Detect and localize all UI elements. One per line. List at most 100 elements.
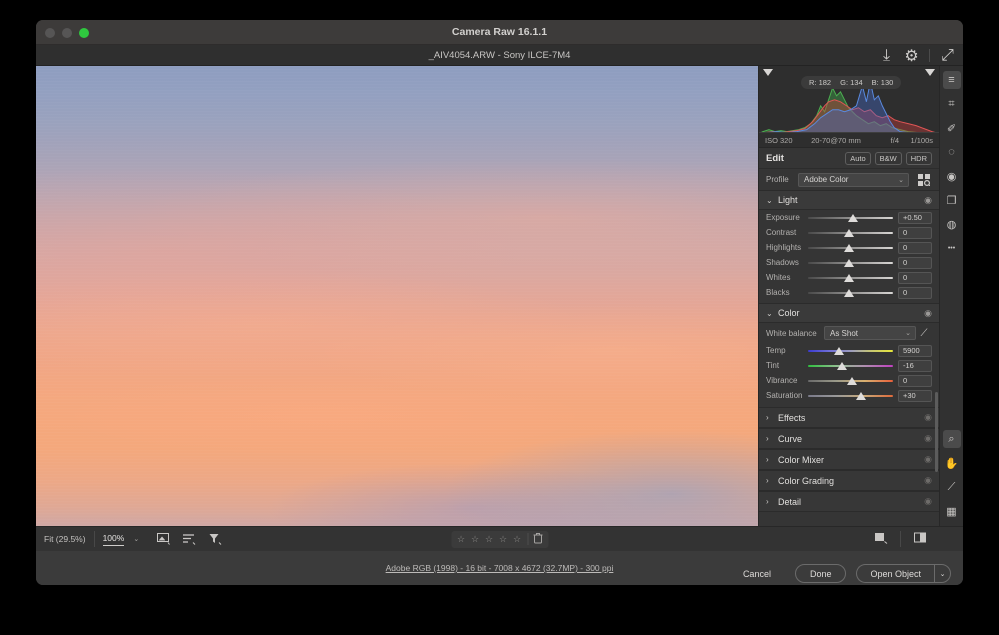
histogram-panel[interactable]: R: 182 G: 134 B: 130 ISO 320 20-70@70 mm… [759, 66, 939, 148]
slider-track[interactable] [808, 243, 893, 253]
star-5[interactable]: ☆ [510, 534, 524, 545]
slider-track[interactable] [808, 258, 893, 268]
white-balance-eyedropper-icon[interactable]: ⟋ [916, 328, 932, 339]
hand-tool[interactable]: ✋ [943, 454, 961, 472]
slider-handle[interactable] [833, 346, 844, 355]
delete-reject-icon[interactable] [531, 532, 545, 546]
star-2[interactable]: ☆ [468, 534, 482, 545]
presets-tool[interactable]: ❐ [943, 191, 961, 209]
open-object-dropdown-caret[interactable]: ⌄ [934, 564, 951, 583]
image-preview[interactable] [36, 66, 758, 526]
red-eye-tool[interactable]: ◉ [943, 167, 961, 185]
healing-brush-tool[interactable]: ✐ [943, 119, 961, 137]
star-3[interactable]: ☆ [482, 534, 496, 545]
light-slider-exposure[interactable]: Exposure +0.50 [759, 210, 939, 225]
section-header-color-grading[interactable]: › Color Grading ◉ [759, 470, 939, 491]
color-slider-tint[interactable]: Tint -16 [759, 358, 939, 373]
slider-handle[interactable] [843, 258, 854, 267]
slider-handle[interactable] [847, 376, 858, 385]
zoom-tool[interactable]: ⌕ [942, 430, 961, 448]
light-slider-contrast[interactable]: Contrast 0 [759, 225, 939, 240]
highlight-clipping-indicator[interactable] [925, 69, 935, 76]
slider-track[interactable] [808, 361, 893, 371]
auto-button[interactable]: Auto [845, 151, 871, 165]
hdr-button[interactable]: HDR [905, 151, 932, 165]
slider-track[interactable] [808, 376, 893, 386]
bw-button[interactable]: B&W [874, 151, 902, 165]
color-section-header[interactable]: ⌄ Color ◉ [759, 303, 939, 323]
exif-lens: 20-70@70 mm [811, 135, 861, 145]
before-after-icon[interactable] [909, 532, 931, 547]
snapshots-tool[interactable]: ◍ [943, 215, 961, 233]
light-slider-blacks[interactable]: Blacks 0 [759, 285, 939, 300]
cancel-button[interactable]: Cancel [729, 564, 785, 583]
filmstrip-sort-icon[interactable] [183, 533, 196, 545]
section-visibility-eye-icon[interactable]: ◉ [924, 412, 932, 423]
slider-track[interactable] [808, 273, 893, 283]
more-options-tool[interactable]: ••• [943, 239, 961, 257]
slider-value[interactable]: +30 [898, 389, 932, 402]
light-section-header[interactable]: ⌄ Light ◉ [759, 190, 939, 210]
slider-handle[interactable] [843, 243, 854, 252]
toggle-overlay-icon[interactable] [157, 533, 171, 545]
light-visibility-eye-icon[interactable]: ◉ [924, 195, 932, 206]
slider-track[interactable] [808, 228, 893, 238]
shadow-clipping-indicator[interactable] [763, 69, 773, 76]
preferences-gear-icon[interactable]: ⚙ [904, 48, 919, 65]
color-slider-saturation[interactable]: Saturation +30 [759, 388, 939, 403]
slider-track[interactable] [808, 391, 893, 401]
slider-handle[interactable] [837, 361, 847, 370]
slider-value[interactable]: 0 [898, 226, 932, 239]
slider-handle[interactable] [843, 273, 854, 282]
slider-value[interactable]: 0 [898, 374, 932, 387]
slider-value[interactable]: 0 [898, 271, 932, 284]
slider-track[interactable] [808, 213, 893, 223]
panel-scrollbar[interactable] [935, 392, 938, 472]
section-visibility-eye-icon[interactable]: ◉ [924, 454, 932, 465]
section-header-color-mixer[interactable]: › Color Mixer ◉ [759, 449, 939, 470]
masking-tool[interactable]: ◌ [943, 143, 961, 161]
section-visibility-eye-icon[interactable]: ◉ [924, 496, 932, 507]
slider-value[interactable]: 5900 [898, 344, 932, 357]
slider-handle[interactable] [848, 213, 859, 222]
slider-value[interactable]: 0 [898, 256, 932, 269]
grid-overlay-tool[interactable]: ▦ [943, 502, 961, 520]
filter-icon[interactable] [209, 533, 222, 545]
save-image-icon[interactable]: ⤓ [879, 47, 894, 64]
zoom-level-value[interactable]: 100% [102, 533, 125, 546]
profile-browser-icon[interactable] [916, 173, 932, 186]
star-1[interactable]: ☆ [454, 534, 468, 545]
section-header-detail[interactable]: › Detail ◉ [759, 491, 939, 512]
section-header-curve[interactable]: › Curve ◉ [759, 428, 939, 449]
slider-value[interactable]: -16 [898, 359, 932, 372]
slider-handle[interactable] [855, 391, 866, 400]
open-object-button[interactable]: Open Object [856, 564, 934, 583]
light-slider-highlights[interactable]: Highlights 0 [759, 240, 939, 255]
crop-tool[interactable]: ⌗ [943, 95, 961, 113]
slider-handle[interactable] [843, 288, 854, 297]
color-visibility-eye-icon[interactable]: ◉ [924, 308, 932, 319]
eyedropper-tool[interactable]: ⟋ [943, 478, 961, 496]
slider-track[interactable] [808, 288, 893, 298]
color-slider-vibrance[interactable]: Vibrance 0 [759, 373, 939, 388]
light-slider-shadows[interactable]: Shadows 0 [759, 255, 939, 270]
slider-track[interactable] [808, 346, 893, 356]
slider-value[interactable]: 0 [898, 286, 932, 299]
section-header-effects[interactable]: › Effects ◉ [759, 407, 939, 428]
fit-zoom-label[interactable]: Fit (29.5%) [44, 534, 86, 544]
color-slider-temp[interactable]: Temp 5900 [759, 343, 939, 358]
section-visibility-eye-icon[interactable]: ◉ [924, 475, 932, 486]
light-slider-whites[interactable]: Whites 0 [759, 270, 939, 285]
slider-value[interactable]: +0.50 [898, 211, 932, 224]
edit-sliders-tool[interactable]: ≡ [942, 71, 961, 89]
slider-handle[interactable] [843, 228, 854, 237]
done-button[interactable]: Done [794, 564, 847, 583]
profile-select[interactable]: Adobe Color ⌄ [798, 172, 909, 187]
section-visibility-eye-icon[interactable]: ◉ [924, 433, 932, 444]
star-4[interactable]: ☆ [496, 534, 510, 545]
zoom-chevron-down-icon[interactable]: ⌄ [133, 535, 139, 543]
slider-value[interactable]: 0 [898, 241, 932, 254]
white-balance-select[interactable]: As Shot ⌄ [824, 326, 916, 340]
fullscreen-icon[interactable]: ⤢ [940, 47, 955, 64]
fullscreen-preview-icon[interactable] [870, 532, 892, 547]
